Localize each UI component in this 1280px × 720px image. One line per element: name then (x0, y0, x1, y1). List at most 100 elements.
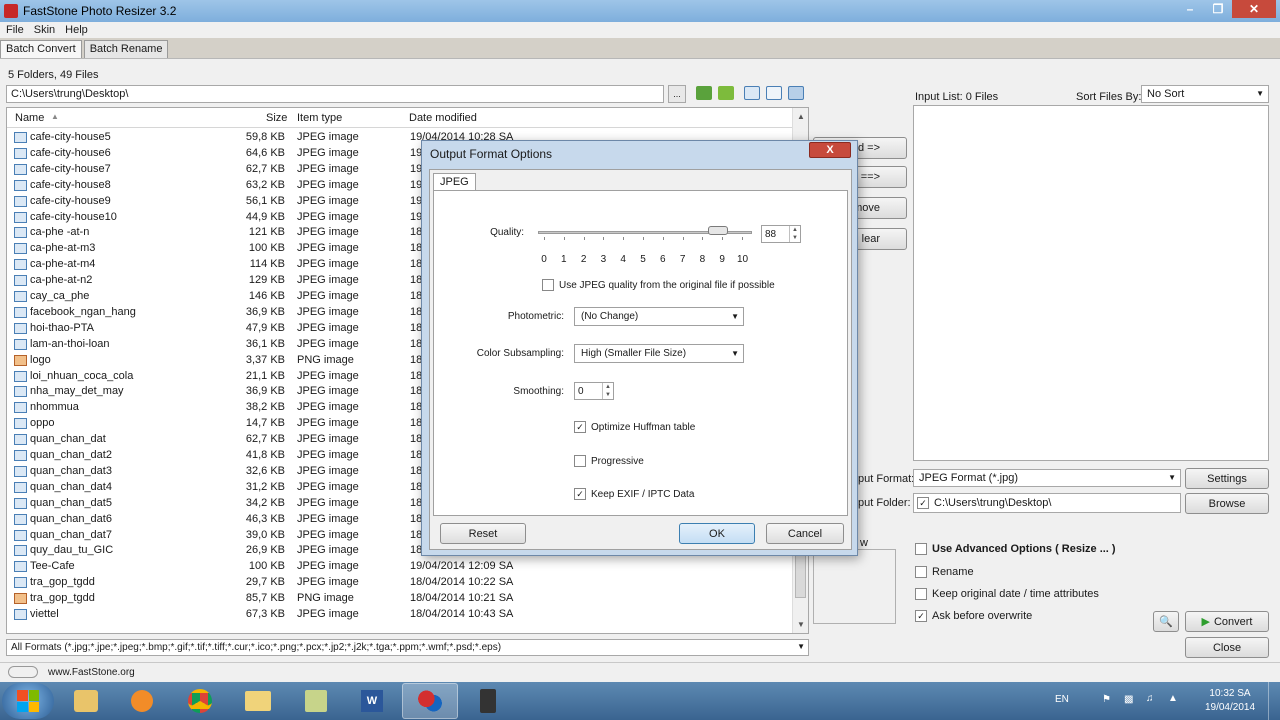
quality-slider-thumb[interactable] (708, 226, 729, 235)
cell-size: 67,3 KB (245, 608, 285, 620)
thumbnail-view-icon[interactable] (744, 86, 760, 100)
explorer-icon[interactable] (58, 683, 114, 719)
jpeg-file-icon (14, 306, 27, 318)
cell-type: JPEG image (297, 131, 359, 143)
menu-file[interactable]: File (6, 24, 24, 36)
tab-batch-convert[interactable]: Batch Convert (0, 40, 82, 58)
tab-jpeg[interactable]: JPEG (433, 173, 476, 190)
sort-select[interactable]: No Sort ▼ (1141, 85, 1269, 103)
col-date[interactable]: Date modified (409, 112, 477, 124)
table-row[interactable]: viettel 67,3 KB JPEG image 18/04/2014 10:43… (7, 607, 792, 623)
format-filter-select[interactable]: All Formats (*.jpg;*.jpe;*.jpeg;*.bmp;*.… (6, 639, 809, 656)
slider-tick-label: 1 (561, 254, 567, 265)
cell-name: quan_chan_dat5 (30, 496, 112, 509)
tray-arrow-icon[interactable]: ▲ (1168, 693, 1178, 704)
browse-button[interactable]: Browse (1185, 493, 1269, 514)
ok-button[interactable]: OK (679, 523, 755, 544)
keep-exif-option[interactable]: ✓ Keep EXIF / IPTC Data (574, 488, 694, 500)
smoothing-spinner[interactable]: 0 ▲ ▼ (574, 382, 614, 400)
language-indicator[interactable]: EN (1055, 694, 1069, 705)
progressive-checkbox[interactable] (574, 455, 586, 467)
dialog-body: JPEG Quality: 0 1 2 3 4 5 6 7 8 9 10 88 ▲ ▼ Use JPE… (429, 169, 852, 550)
flag-icon[interactable]: ⚑ (1102, 694, 1111, 705)
subsampling-select[interactable]: High (Smaller File Size) ▼ (574, 344, 744, 363)
spin-arrows-icon[interactable]: ▲ ▼ (602, 383, 613, 399)
network-icon[interactable]: ▩ (1124, 694, 1133, 705)
start-button[interactable] (2, 683, 54, 719)
volume-icon[interactable]: ♫ (1146, 693, 1154, 704)
jpeg-file-icon (14, 211, 27, 223)
keep-date-option[interactable]: Keep original date / time attributes (915, 586, 1099, 602)
col-name[interactable]: Name (15, 112, 44, 124)
maximize-button[interactable]: ❐ (1204, 0, 1232, 18)
keep-date-label: Keep original date / time attributes (932, 588, 1099, 600)
tab-batch-rename[interactable]: Batch Rename (83, 40, 169, 58)
jpeg-file-icon (14, 322, 27, 334)
quality-spinner[interactable]: 88 ▲ ▼ (761, 225, 801, 243)
output-folder-field[interactable]: ✓ C:\Users\trung\Desktop\ (913, 493, 1181, 513)
close-app-button[interactable]: Close (1185, 637, 1269, 658)
cell-type: JPEG image (297, 433, 359, 446)
keep-date-checkbox[interactable] (915, 588, 927, 600)
minimize-button[interactable]: – (1176, 0, 1204, 18)
close-button[interactable]: ✕ (1232, 0, 1276, 18)
reset-button[interactable]: Reset (440, 523, 526, 544)
table-row[interactable]: tra_gop_tgdd 29,7 KB JPEG image 18/04/2014 … (7, 575, 792, 591)
convert-button-label: Convert (1213, 615, 1253, 628)
word-icon[interactable]: W (344, 683, 400, 719)
jpeg-file-icon (14, 163, 27, 175)
camera-tool-icon[interactable] (460, 683, 516, 719)
refresh-icon[interactable] (718, 86, 734, 100)
use-advanced-option[interactable]: Use Advanced Options ( Resize ... ) (915, 541, 1116, 557)
ask-overwrite-checkbox[interactable]: ✓ (915, 610, 927, 622)
browse-path-button[interactable]: ... (668, 85, 686, 103)
scroll-up-icon[interactable]: ▲ (797, 112, 805, 121)
clock[interactable]: 10:32 SA 19/04/2014 (1195, 687, 1265, 715)
notes-icon[interactable] (288, 683, 344, 719)
use-original-quality-checkbox[interactable] (542, 279, 554, 291)
menu-help[interactable]: Help (65, 24, 88, 36)
spin-arrows-icon[interactable]: ▲ ▼ (789, 226, 800, 242)
up-folder-icon[interactable] (696, 86, 712, 100)
output-format-select[interactable]: JPEG Format (*.jpg) ▼ (913, 469, 1181, 487)
rename-checkbox[interactable] (915, 566, 927, 578)
details-view-icon[interactable] (788, 86, 804, 100)
quality-value: 88 (765, 229, 777, 240)
show-desktop-button[interactable] (1268, 682, 1280, 720)
settings-button[interactable]: Settings (1185, 468, 1269, 489)
sort-arrow-icon: ▲ (51, 112, 59, 121)
col-type[interactable]: Item type (297, 112, 342, 124)
use-advanced-checkbox[interactable] (915, 543, 927, 555)
optimize-huffman-checkbox[interactable]: ✓ (574, 421, 586, 433)
dialog-close-button[interactable]: X (809, 142, 851, 158)
rename-option[interactable]: Rename (915, 564, 974, 580)
menu-skin[interactable]: Skin (34, 24, 55, 36)
media-player-icon[interactable] (114, 683, 170, 719)
photometric-label: Photometric: (507, 311, 564, 322)
folder-icon[interactable] (230, 683, 286, 719)
cell-size: 100 KB (248, 242, 285, 255)
website-link[interactable]: www.FastStone.org (48, 667, 135, 678)
cell-name: cafe-city-house9 (30, 194, 111, 207)
cell-type: JPEG image (297, 464, 359, 477)
faststone-taskbar-icon[interactable] (402, 683, 458, 719)
keep-exif-checkbox[interactable]: ✓ (574, 488, 586, 500)
progressive-option[interactable]: Progressive (574, 455, 644, 467)
list-view-icon[interactable] (766, 86, 782, 100)
output-folder-checkbox[interactable]: ✓ (917, 497, 929, 509)
table-row[interactable]: Tee-Cafe 100 KB JPEG image 19/04/2014 12:09… (7, 559, 792, 575)
optimize-huffman-option[interactable]: ✓ Optimize Huffman table (574, 421, 695, 433)
photometric-select[interactable]: (No Change) ▼ (574, 307, 744, 326)
path-input[interactable]: C:\Users\trung\Desktop\ (6, 85, 664, 103)
col-size[interactable]: Size (266, 112, 287, 124)
table-row[interactable]: tra_gop_tgdd 85,7 KB PNG image 18/04/2014 1… (7, 591, 792, 607)
convert-button[interactable]: ▶ Convert (1185, 611, 1269, 632)
input-list[interactable] (913, 105, 1269, 461)
ask-overwrite-option[interactable]: ✓ Ask before overwrite (915, 608, 1032, 624)
chrome-icon[interactable] (172, 683, 228, 719)
use-original-quality-option[interactable]: Use JPEG quality from the original file … (542, 279, 775, 291)
preview-icon[interactable]: 🔍 (1153, 611, 1179, 632)
jpeg-file-icon (14, 291, 27, 302)
scroll-down-icon[interactable]: ▼ (797, 620, 805, 629)
cancel-button[interactable]: Cancel (766, 523, 844, 544)
